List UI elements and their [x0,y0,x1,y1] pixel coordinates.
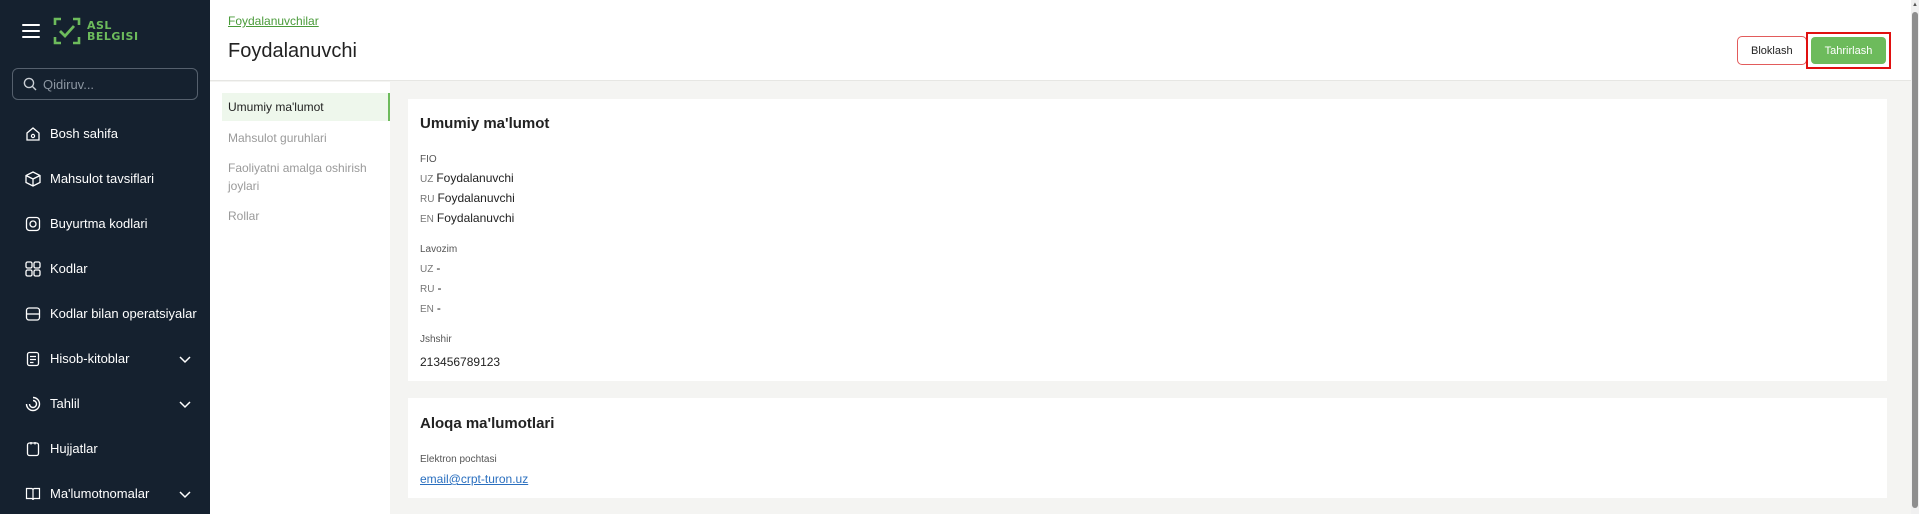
page-scrollbar[interactable]: ▲ [1911,0,1919,514]
tab-product-groups[interactable]: Mahsulot guruhlari [222,129,390,147]
edit-button-highlight: Tahrirlash [1806,32,1891,69]
email-row: email@crpt-turon.uz [420,472,528,486]
lang-tag: EN [420,304,434,315]
logo-line-2: BELGISI [87,30,139,43]
sidebar-item-analytics[interactable]: Tahlil [0,381,210,426]
edit-button[interactable]: Tahrirlash [1811,37,1886,64]
logo-text: ASL BELGISI [87,20,139,42]
email-link[interactable]: email@crpt-turon.uz [420,472,528,486]
sidebar: ASL BELGISI Bosh sahifa Mahsulot tavsifl… [0,0,210,514]
box-icon [25,170,41,187]
sidebar-item-codes[interactable]: Kodlar [0,246,210,291]
sidebar-item-label: Ma'lumotnomalar [50,486,150,501]
lang-tag: RU [420,194,435,205]
sidebar-item-product-descriptions[interactable]: Mahsulot tavsiflari [0,156,210,201]
sidebar-item-label: Hujjatlar [50,441,98,456]
sidebar-item-code-operations[interactable]: Kodlar bilan operatsiyalar [0,291,210,336]
menu-icon[interactable] [22,24,40,38]
sidebar-item-label: Kodlar [50,261,88,276]
position-value: - [436,261,441,275]
document-icon [26,441,40,456]
sidebar-item-label: Mahsulot tavsiflari [50,171,155,186]
fio-ru: RU Foydalanuvchi [420,191,515,205]
sidebar-item-label: Kodlar bilan operatsiyalar [50,306,197,321]
sidebar-item-order-codes[interactable]: Buyurtma kodlari [0,201,210,246]
sidebar-item-label: Tahlil [50,396,80,411]
chevron-down-icon[interactable] [178,397,192,411]
tab-roles[interactable]: Rollar [222,207,390,225]
sidebar-item-label: Hisob-kitoblar [50,351,130,366]
sidebar-header: ASL BELGISI [22,16,139,46]
page-header: Foydalanuvchilar Foydalanuvchi Bloklash … [210,0,1911,81]
order-codes-icon [25,216,41,231]
lang-tag: UZ [420,264,434,275]
block-button[interactable]: Bloklash [1737,36,1807,65]
general-info-card: Umumiy ma'lumot FIO UZ Foydalanuvchi RU Fo… [408,99,1887,381]
logo-mark-icon [53,17,81,45]
position-uz: UZ - [420,261,440,275]
position-value: - [436,301,441,315]
fio-label: FIO [420,154,437,165]
sidebar-item-billing[interactable]: Hisob-kitoblar [0,336,210,381]
card-title: Aloqa ma'lumotlari [420,415,555,432]
lang-tag: EN [420,214,434,225]
card-title: Umumiy ma'lumot [420,115,550,132]
position-ru: RU - [420,281,441,295]
scroll-up-icon[interactable]: ▲ [1911,1,1919,9]
qr-codes-icon [25,260,41,277]
position-label: Lavozim [420,244,458,255]
operations-icon [25,306,41,321]
search-icon [23,77,37,91]
contact-info-card: Aloqa ma'lumotlari Elektron pochtasi ema… [408,398,1887,498]
sidebar-item-label: Buyurtma kodlari [50,216,148,231]
sidebar-item-documents[interactable]: Hujjatlar [0,426,210,471]
tab-general-info[interactable]: Umumiy ma'lumot [222,93,390,121]
fio-value: Foydalanuvchi [436,171,514,185]
section-nav: Umumiy ma'lumot Mahsulot guruhlari Faoli… [210,82,390,514]
fio-value: Foydalanuvchi [437,191,515,205]
lang-tag: RU [420,284,435,295]
lang-tag: UZ [420,174,434,185]
fio-en: EN Foydalanuvchi [420,211,514,225]
page-title: Foydalanuvchi [228,40,357,62]
book-icon [25,487,41,500]
receipt-icon [26,351,40,366]
chevron-down-icon[interactable] [178,487,192,501]
chevron-down-icon[interactable] [178,352,192,366]
email-label: Elektron pochtasi [420,454,497,465]
search-input[interactable] [43,76,193,92]
pinfl-value: 213456789123 [420,355,501,369]
fio-uz: UZ Foydalanuvchi [420,171,514,185]
position-value: - [437,281,442,295]
scrollbar-thumb[interactable] [1912,12,1918,508]
position-en: EN - [420,301,441,315]
sidebar-item-references[interactable]: Ma'lumotnomalar [0,471,210,514]
sidebar-item-home[interactable]: Bosh sahifa [0,111,210,156]
sidebar-item-label: Bosh sahifa [50,126,118,141]
analytics-icon [25,396,41,411]
breadcrumb-users-link[interactable]: Foydalanuvchilar [228,14,319,28]
fio-value: Foydalanuvchi [436,211,515,225]
pinfl-label: Jshshir [420,334,452,345]
tab-activity-locations[interactable]: Faoliyatni amalga oshirish joylari [222,159,390,195]
search-box[interactable] [12,68,198,100]
home-icon [26,126,40,141]
sidebar-nav: Bosh sahifa Mahsulot tavsiflari Buyurtma… [0,111,210,514]
logo[interactable]: ASL BELGISI [52,16,139,46]
